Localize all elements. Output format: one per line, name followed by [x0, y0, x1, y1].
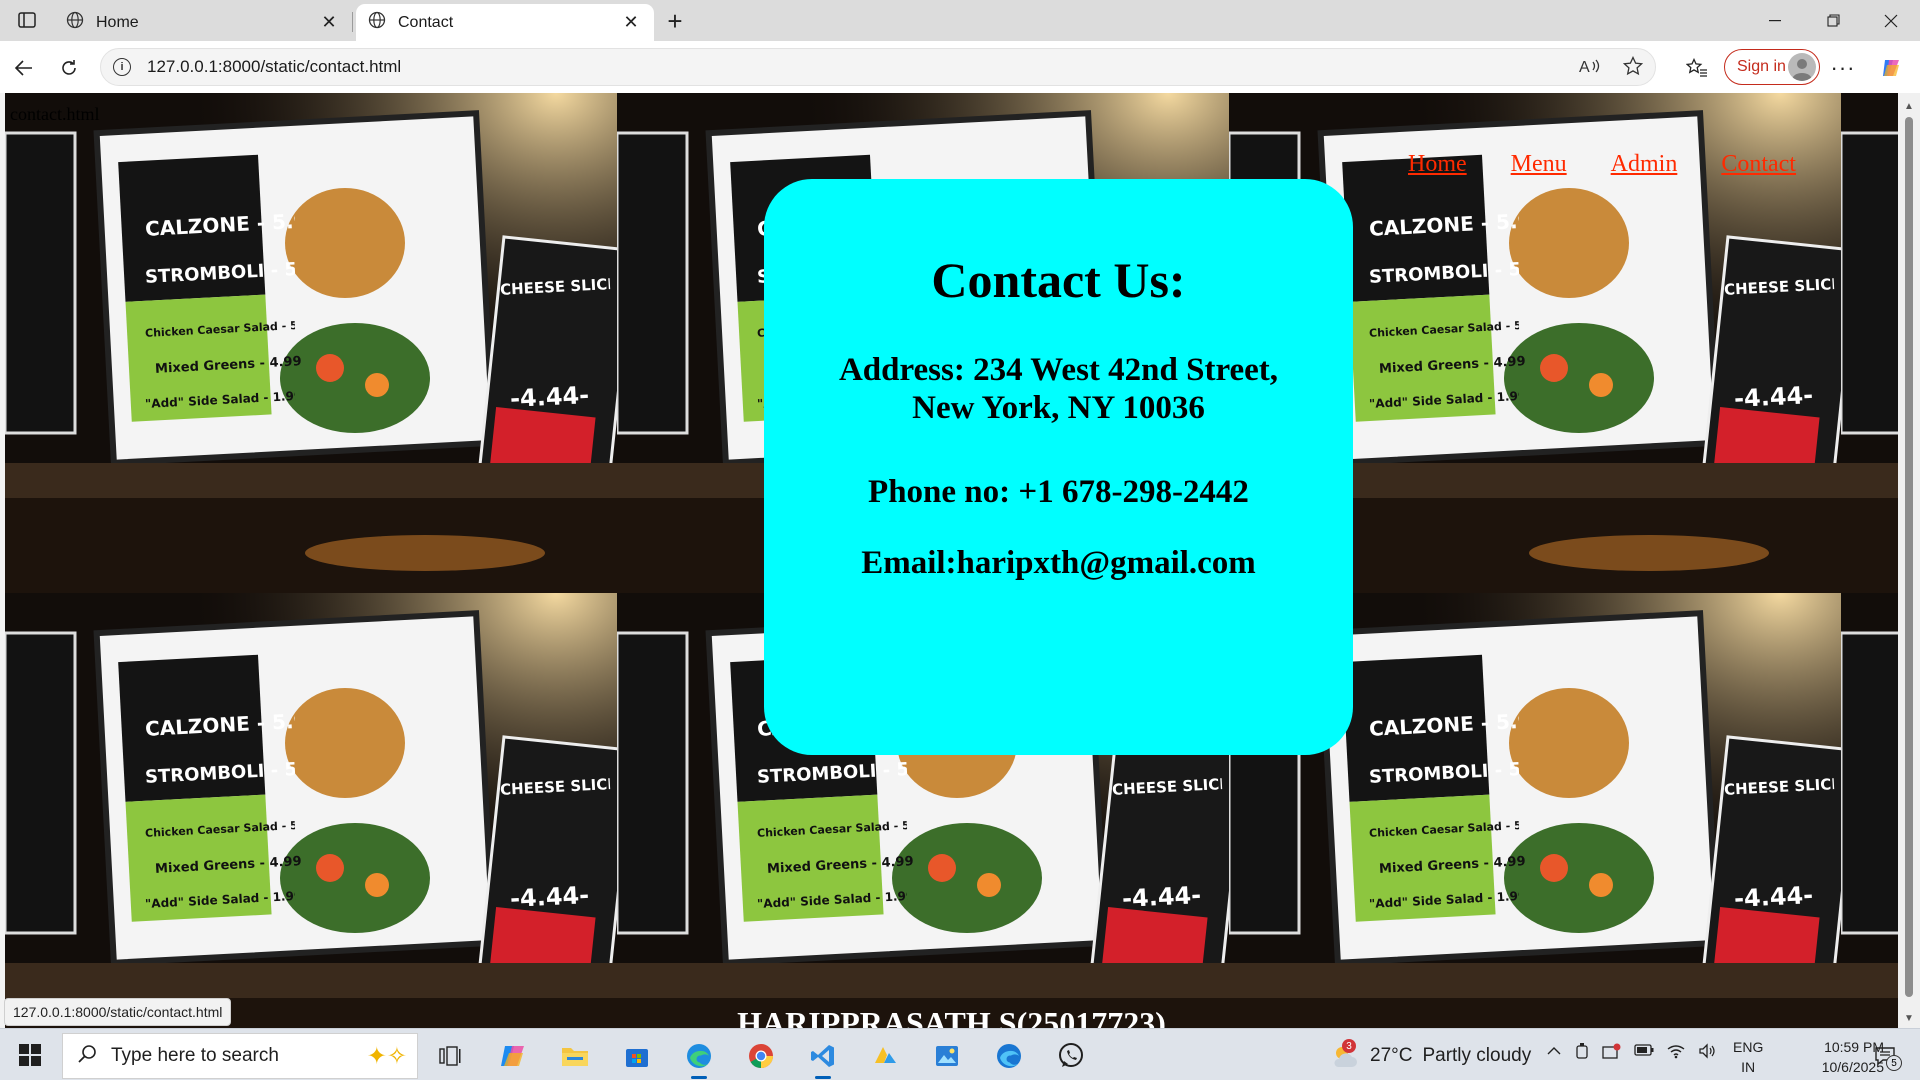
wifi-icon[interactable] — [1666, 1043, 1686, 1066]
globe-icon — [368, 11, 386, 34]
edge-dev-icon[interactable] — [989, 1037, 1029, 1075]
weather-temp: 27°C — [1370, 1045, 1413, 1066]
search-icon — [77, 1044, 97, 1069]
footer: HARIPPRASATH S(25017723) — [5, 1005, 1898, 1028]
notification-center-icon[interactable]: 5 — [1870, 1041, 1902, 1071]
page-file-label: contact.html — [10, 104, 100, 124]
tab-separator — [352, 12, 353, 32]
favorites-icon[interactable] — [1682, 53, 1712, 83]
sign-in-label: Sign in — [1737, 58, 1786, 75]
menu-board-text: -4.44- — [1733, 880, 1814, 914]
battery-icon[interactable] — [1634, 1043, 1654, 1066]
browser-toolbar: i 127.0.0.1:8000/static/contact.html A S… — [0, 41, 1920, 93]
tab-home[interactable]: Home ✕ — [54, 4, 352, 41]
contact-address: Address: 234 West 42nd Street, New York,… — [764, 351, 1353, 427]
tab-strip: Home ✕ Contact ✕ + — [0, 0, 1920, 41]
sign-in-button[interactable]: Sign in — [1724, 49, 1820, 85]
menu-board-text: -4.44- — [1733, 380, 1814, 414]
file-manager-icon[interactable] — [865, 1037, 905, 1075]
address-line: New York, NY 10036 — [912, 390, 1205, 426]
menu-board-text: -4.44- — [509, 880, 590, 914]
windows-start-icon[interactable] — [12, 1040, 48, 1070]
menu-board-text: -4.44- — [1121, 880, 1202, 914]
nav-link-contact[interactable]: Contact — [1721, 151, 1796, 178]
background-tile: CALZONE - 5.99STROMBOLI - 5.99Chicken Ca… — [1841, 93, 1898, 593]
tab-title: Home — [96, 13, 139, 31]
new-tab-button[interactable]: + — [660, 6, 690, 36]
search-placeholder: Type here to search — [111, 1045, 279, 1066]
notification-count: 5 — [1886, 1055, 1902, 1071]
region-code: IN — [1741, 1059, 1756, 1075]
weather-widget[interactable]: 3 27°C Partly cloudy — [1330, 1037, 1531, 1075]
favorite-star-icon[interactable] — [1622, 55, 1644, 81]
microsoft-store-icon[interactable] — [617, 1037, 657, 1075]
globe-icon — [66, 11, 84, 34]
tab-title: Contact — [398, 13, 454, 31]
search-highlight-icon: ✦✧ — [366, 1043, 407, 1070]
url-text[interactable]: 127.0.0.1:8000/static/contact.html — [147, 57, 401, 77]
contact-phone: Phone no: +1 678-298-2442 — [868, 474, 1249, 510]
address-bar[interactable]: i 127.0.0.1:8000/static/contact.html A — [100, 48, 1656, 86]
menu-board-text: -4.44- — [509, 380, 590, 414]
tab-contact[interactable]: Contact ✕ — [356, 4, 654, 41]
copilot-taskbar-icon[interactable] — [493, 1037, 533, 1075]
contact-card: Contact Us: Address: 234 West 42nd Stree… — [764, 179, 1353, 755]
vertical-scrollbar[interactable]: ▲ ▼ — [1898, 93, 1920, 1028]
language-indicator[interactable]: ENG IN — [1733, 1037, 1763, 1077]
background-tile: CALZONE - 5.99STROMBOLI - 5.99Chicken Ca… — [5, 93, 617, 593]
contact-email: Email:haripxth@gmail.com — [861, 545, 1256, 581]
nav-link-admin[interactable]: Admin — [1611, 151, 1678, 178]
close-tab-icon[interactable]: ✕ — [318, 12, 340, 34]
paint-app-icon[interactable] — [927, 1037, 967, 1075]
security-icon[interactable] — [1602, 1043, 1622, 1066]
task-view-icon[interactable] — [430, 1037, 470, 1075]
weather-condition: Partly cloudy — [1422, 1045, 1532, 1066]
volume-icon[interactable] — [1698, 1043, 1716, 1066]
tray-app-icon[interactable] — [1574, 1043, 1590, 1066]
weather-badge: 3 — [1342, 1039, 1356, 1053]
site-nav: Home Menu Admin Contact — [1408, 151, 1796, 178]
background-tile: CALZONE - 5.99STROMBOLI - 5.99Chicken Ca… — [1841, 593, 1898, 1028]
footer-author: HARIPPRASATH S(25017723) — [737, 1005, 1166, 1028]
system-tray — [1546, 1043, 1716, 1066]
taskbar: Type here to search ✦✧ 3 27°C Partly clo… — [0, 1028, 1920, 1080]
file-explorer-icon[interactable] — [555, 1037, 595, 1075]
more-options-icon[interactable]: ··· — [1828, 53, 1858, 83]
vscode-icon[interactable] — [803, 1037, 843, 1079]
avatar-icon — [1788, 53, 1816, 81]
language-code: ENG — [1733, 1039, 1764, 1055]
reload-icon[interactable] — [52, 51, 86, 85]
copilot-icon[interactable] — [1876, 53, 1906, 83]
scroll-up-arrow-icon[interactable]: ▲ — [1904, 101, 1914, 112]
chrome-icon[interactable] — [741, 1037, 781, 1075]
close-window-icon[interactable] — [1862, 0, 1920, 41]
contact-title: Contact Us: — [931, 252, 1186, 308]
taskbar-search-input[interactable]: Type here to search ✦✧ — [62, 1033, 418, 1079]
chevron-up-icon[interactable] — [1546, 1043, 1562, 1066]
background-tile: CALZONE - 5.99STROMBOLI - 5.99Chicken Ca… — [5, 593, 617, 1028]
whatsapp-icon[interactable] — [1051, 1037, 1091, 1075]
read-aloud-icon[interactable]: A — [1579, 57, 1601, 80]
partly-cloudy-icon: 3 — [1330, 1039, 1360, 1071]
status-bar-url: 127.0.0.1:8000/static/contact.html — [4, 998, 232, 1026]
nav-link-home[interactable]: Home — [1408, 151, 1467, 178]
close-tab-icon[interactable]: ✕ — [620, 12, 642, 34]
back-arrow-icon[interactable] — [7, 51, 41, 85]
minimize-window-icon[interactable] — [1746, 0, 1804, 41]
scrollbar-thumb[interactable] — [1905, 117, 1913, 997]
address-line: Address: 234 West 42nd Street, — [838, 352, 1279, 388]
site-info-icon[interactable]: i — [113, 58, 131, 76]
scroll-down-arrow-icon[interactable]: ▼ — [1904, 1013, 1914, 1024]
edge-icon[interactable] — [679, 1037, 719, 1079]
tab-actions-icon[interactable] — [10, 7, 44, 33]
svg-text:A: A — [1579, 59, 1590, 75]
nav-link-menu[interactable]: Menu — [1511, 151, 1567, 178]
restore-window-icon[interactable] — [1804, 0, 1862, 41]
